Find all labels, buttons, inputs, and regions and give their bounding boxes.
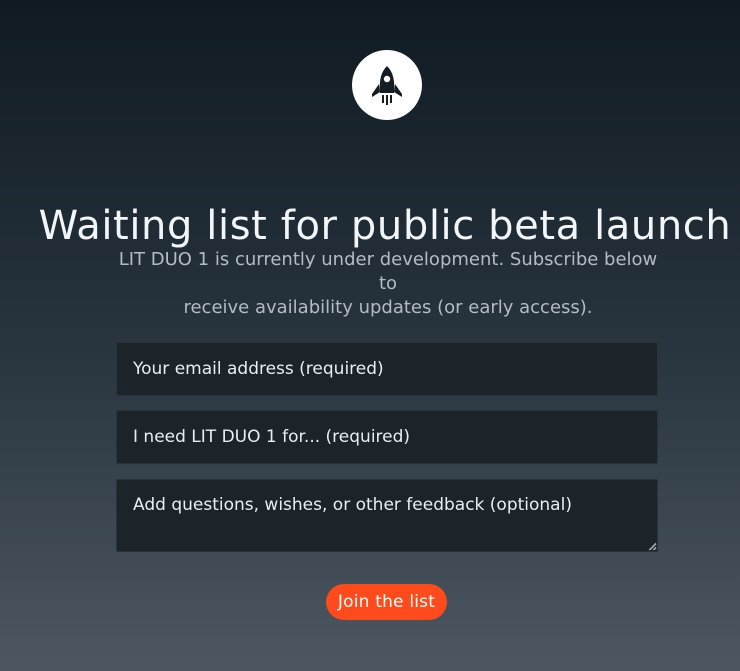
intro-line-1: LIT DUO 1 is currently under development… [118,249,658,294]
logo-badge [352,50,422,120]
rocket-icon [372,66,402,105]
use-case-field[interactable] [116,410,658,464]
intro-text: LIT DUO 1 is currently under development… [110,248,666,320]
join-list-button[interactable]: Join the list [326,584,447,620]
feedback-textarea[interactable] [116,479,658,552]
email-field[interactable] [116,342,658,396]
waitlist-page: Waiting list for public beta launch LIT … [0,0,740,671]
intro-line-2: receive availability updates (or early a… [183,297,593,318]
page-title: Waiting list for public beta launch [38,202,732,249]
